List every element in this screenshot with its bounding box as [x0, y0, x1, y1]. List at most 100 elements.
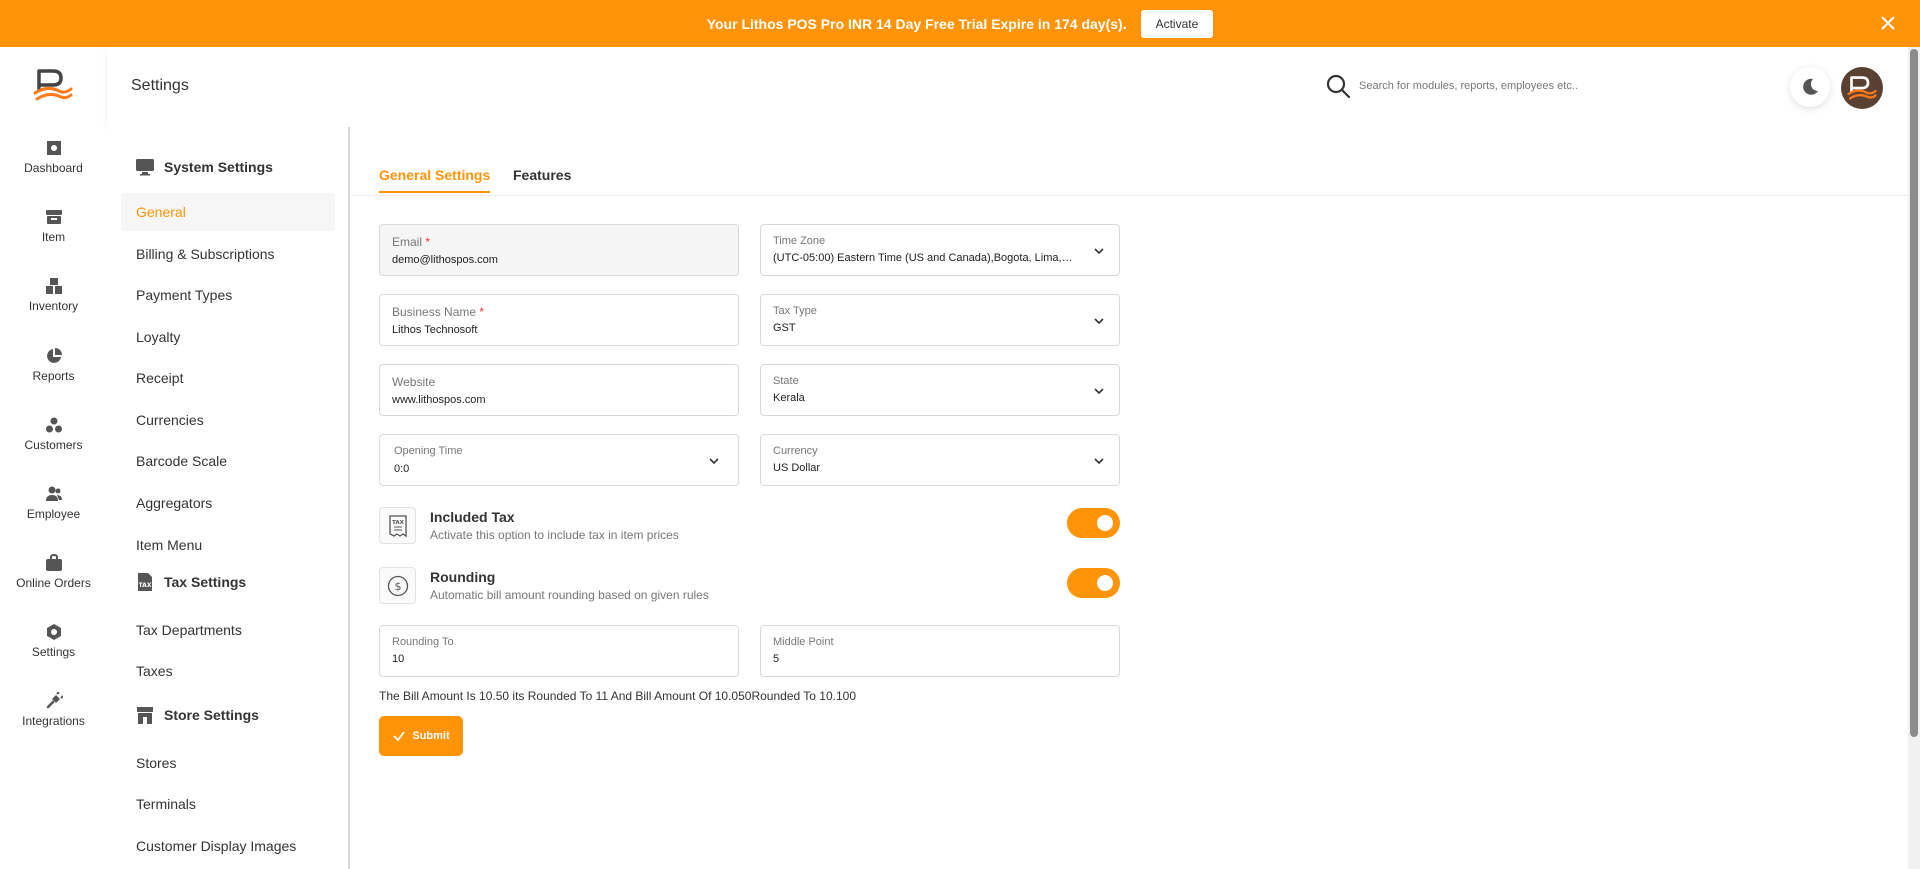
integrations-icon: [46, 692, 63, 709]
monitor-icon: [136, 159, 154, 176]
toggle-knob: [1097, 515, 1113, 531]
rail-item-reports[interactable]: Reports: [0, 347, 107, 383]
check-icon: [393, 731, 406, 742]
field-label: Website: [392, 375, 436, 389]
nav-item-receipt[interactable]: Receipt: [121, 359, 335, 397]
rounding-to-value: 10: [392, 653, 405, 665]
section-tax-settings: TAX Tax Settings: [135, 572, 246, 592]
field-label: Middle Point: [773, 636, 834, 648]
nav-item-currencies[interactable]: Currencies: [121, 401, 335, 439]
trial-message: Your Lithos POS Pro INR 14 Day Free Tria…: [706, 15, 1127, 32]
rounding-toggle[interactable]: [1067, 568, 1120, 598]
nav-item-taxes[interactable]: Taxes: [121, 652, 335, 690]
business-name-value: Lithos Technosoft: [392, 324, 478, 336]
field-label: Rounding To: [392, 636, 454, 648]
search-icon[interactable]: [1325, 73, 1351, 99]
rail-label: Reports: [32, 369, 75, 383]
theme-toggle-button[interactable]: [1790, 67, 1830, 107]
rail-item-customers[interactable]: Customers: [0, 416, 107, 452]
page-title: Settings: [131, 77, 189, 94]
lithos-logo[interactable]: [33, 67, 73, 103]
included-tax-toggle[interactable]: [1067, 508, 1120, 538]
field-label: Business Name *: [392, 305, 485, 319]
svg-text:$: $: [394, 580, 401, 593]
inventory-icon: [45, 278, 62, 294]
activate-button[interactable]: Activate: [1140, 9, 1214, 38]
section-title: Store Settings: [164, 707, 259, 723]
toggle-knob: [1097, 575, 1113, 591]
tab-general-settings[interactable]: General Settings: [379, 167, 491, 193]
tax-type-select[interactable]: Tax Type GST: [760, 294, 1120, 346]
nav-item-customer-display-images[interactable]: Customer Display Images: [121, 827, 335, 865]
nav-item-item-menu[interactable]: Item Menu: [121, 526, 335, 564]
middle-point-field[interactable]: Middle Point 5: [760, 625, 1120, 677]
field-label: Email *: [392, 235, 431, 249]
rail-item-inventory[interactable]: Inventory: [0, 277, 107, 313]
middle-point-value: 5: [773, 653, 780, 665]
nav-item-tax-departments[interactable]: Tax Departments: [121, 611, 335, 649]
field-label: Opening Time: [394, 445, 463, 457]
rail-item-item[interactable]: Item: [0, 208, 107, 244]
page-scrollbar[interactable]: [1908, 47, 1920, 869]
nav-item-stores[interactable]: Stores: [121, 744, 335, 782]
state-value: Kerala: [773, 392, 805, 404]
nav-item-aggregators[interactable]: Aggregators: [121, 484, 335, 522]
avatar[interactable]: [1841, 67, 1883, 109]
nav-item-payment-types[interactable]: Payment Types: [121, 276, 335, 314]
close-icon[interactable]: [1878, 13, 1898, 33]
section-store-settings: Store Settings: [135, 705, 259, 725]
online-orders-icon: [45, 554, 62, 571]
search-input[interactable]: [1359, 74, 1659, 98]
chevron-down-icon: [1094, 388, 1104, 395]
opening-time-select[interactable]: Opening Time 0:0: [379, 434, 739, 486]
option-title: Included Tax: [430, 509, 515, 525]
rail-item-dashboard[interactable]: Dashboard: [0, 139, 107, 175]
timezone-select[interactable]: Time Zone (UTC-05:00) Eastern Time (US a…: [760, 224, 1120, 276]
nav-item-terminals[interactable]: Terminals: [121, 785, 335, 823]
rail-label: Inventory: [28, 299, 79, 313]
avatar-logo-icon: [1847, 76, 1877, 100]
nav-item-loyalty[interactable]: Loyalty: [121, 318, 335, 356]
settings-sidebar: System Settings General Billing & Subscr…: [107, 127, 350, 869]
rail-item-employee[interactable]: Employee: [0, 485, 107, 521]
rail-item-settings[interactable]: Settings: [0, 623, 107, 659]
rail-label: Online Orders: [16, 576, 91, 590]
item-icon: [45, 210, 62, 224]
website-field[interactable]: Website www.lithospos.com: [379, 364, 739, 416]
tax-document-icon: TAX: [138, 573, 152, 591]
submit-label: Submit: [412, 730, 450, 742]
currency-select[interactable]: Currency US Dollar: [760, 434, 1120, 486]
reports-icon: [46, 348, 62, 363]
opening-time-value: 0:0: [394, 463, 410, 475]
section-title: Tax Settings: [164, 574, 247, 590]
trial-banner: Your Lithos POS Pro INR 14 Day Free Tria…: [0, 0, 1920, 47]
submit-button[interactable]: Submit: [379, 716, 463, 756]
nav-item-billing[interactable]: Billing & Subscriptions: [121, 235, 335, 273]
settings-icon: [46, 624, 61, 640]
rounding-to-field[interactable]: Rounding To 10: [379, 625, 739, 677]
rail-item-integrations[interactable]: Integrations: [0, 692, 107, 728]
option-description: Activate this option to include tax in i…: [430, 528, 679, 542]
customers-icon: [45, 417, 62, 433]
field-label: Tax Type: [773, 305, 817, 317]
top-header: Settings: [107, 47, 1920, 127]
rail-item-online-orders[interactable]: Online Orders: [0, 554, 107, 590]
rail-label: Dashboard: [24, 161, 83, 175]
dollar-coin-icon: $: [379, 567, 416, 604]
rounding-example-note: The Bill Amount Is 10.50 its Rounded To …: [379, 689, 856, 703]
rail-label: Employee: [26, 507, 81, 521]
option-description: Automatic bill amount rounding based on …: [430, 588, 709, 602]
store-icon: [137, 707, 153, 724]
rail-label: Settings: [31, 645, 76, 659]
tab-features[interactable]: Features: [513, 167, 571, 191]
scrollbar-thumb[interactable]: [1910, 49, 1918, 737]
nav-item-barcode-scale[interactable]: Barcode Scale: [121, 442, 335, 480]
field-label: Time Zone: [773, 235, 826, 247]
business-name-field[interactable]: Business Name * Lithos Technosoft: [379, 294, 739, 346]
dashboard-icon: [46, 141, 61, 155]
email-field[interactable]: Email * demo@lithospos.com: [379, 224, 739, 276]
settings-tabs: General Settings Features: [352, 157, 1908, 196]
tax-receipt-icon: TAX: [379, 507, 416, 544]
nav-item-general[interactable]: General: [121, 193, 335, 231]
state-select[interactable]: State Kerala: [760, 364, 1120, 416]
